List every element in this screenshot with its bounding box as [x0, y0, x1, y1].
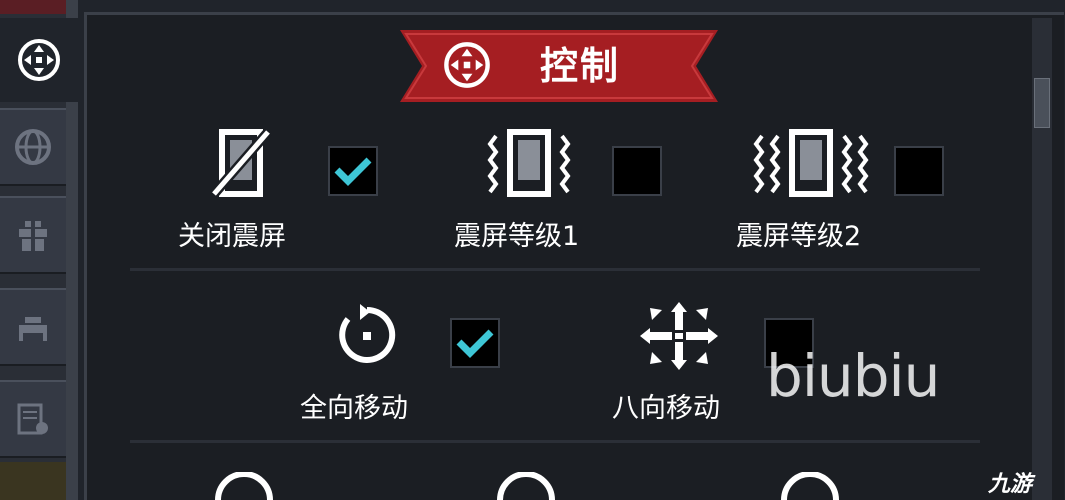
vibration-level2-icon — [753, 129, 869, 197]
checkmark-icon — [334, 157, 372, 186]
bed-icon — [19, 317, 47, 341]
site-logo: 九游 — [988, 472, 1033, 497]
vibration-level2-checkbox[interactable] — [894, 146, 944, 196]
sidebar-top-edge — [0, 0, 66, 14]
gift-icon — [19, 221, 47, 251]
vibration-off-checkbox[interactable] — [328, 146, 378, 196]
vibration-off-icon — [210, 128, 272, 198]
tab-controls[interactable] — [0, 18, 78, 102]
globe-icon — [15, 129, 51, 165]
vibration-level2-label: 震屏等级2 — [736, 221, 862, 252]
omnidirectional-icon — [339, 304, 396, 363]
checkmark-icon — [456, 329, 494, 358]
partial-option-icon — [497, 472, 555, 500]
settings-document-icon — [17, 403, 48, 435]
vibration-level1-icon — [487, 129, 571, 197]
scrollbar-thumb[interactable] — [1034, 78, 1050, 128]
partial-option-icon — [781, 472, 839, 500]
partial-option-icon — [215, 472, 273, 500]
sidebar — [0, 0, 78, 500]
dpad-icon — [444, 42, 490, 88]
sidebar-bottom-edge — [0, 462, 66, 500]
eight-direction-label: 八向移动 — [612, 393, 720, 424]
omnidirectional-checkbox[interactable] — [450, 318, 500, 368]
eight-direction-icon — [640, 302, 718, 370]
tab-furniture[interactable] — [0, 288, 66, 366]
tab-settings[interactable] — [0, 380, 66, 458]
row-divider — [130, 268, 980, 271]
tab-language[interactable] — [0, 108, 66, 186]
omnidirectional-label: 全向移动 — [300, 393, 408, 424]
section-title: 控制 — [540, 44, 621, 88]
vibration-level1-checkbox[interactable] — [612, 146, 662, 196]
row-divider — [130, 440, 980, 443]
vibration-level1-label: 震屏等级1 — [454, 221, 580, 252]
watermark-text: biubiu — [766, 342, 940, 410]
vibration-off-label: 关闭震屏 — [178, 221, 286, 252]
tab-gift[interactable] — [0, 196, 66, 274]
dpad-icon — [18, 39, 60, 81]
